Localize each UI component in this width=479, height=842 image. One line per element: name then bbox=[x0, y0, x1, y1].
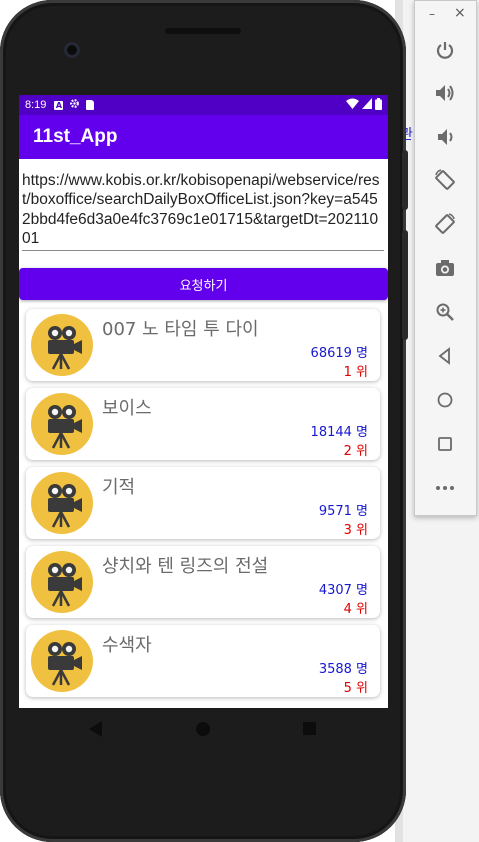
movie-rank: 3 위 bbox=[343, 523, 368, 538]
movie-card[interactable]: 기적 9571 명 3 위 bbox=[26, 467, 380, 539]
request-button-label: 요청하기 bbox=[179, 278, 228, 294]
request-button[interactable]: 요청하기 bbox=[19, 268, 388, 300]
sd-card-icon bbox=[86, 100, 95, 110]
movie-camera-icon bbox=[31, 314, 93, 376]
device-screen: 8:19 A 11st_App https://www.kobis.or.kr/… bbox=[19, 95, 388, 708]
movie-camera-icon bbox=[31, 472, 93, 534]
movie-audience: 9571 명 bbox=[318, 504, 368, 519]
front-camera bbox=[64, 42, 80, 58]
notification-a-icon: A bbox=[54, 100, 64, 110]
movie-audience: 68619 명 bbox=[310, 346, 368, 361]
movie-title: 기적 bbox=[102, 477, 136, 498]
nav-overview-icon[interactable] bbox=[303, 722, 316, 735]
power-side-button[interactable] bbox=[402, 150, 408, 210]
volume-side-button[interactable] bbox=[402, 230, 408, 340]
movie-audience: 18144 명 bbox=[310, 425, 368, 440]
settings-gear-icon bbox=[69, 98, 80, 112]
wifi-icon bbox=[346, 98, 359, 112]
close-icon[interactable]: × bbox=[454, 5, 466, 21]
phone-frame: 8:19 A 11st_App https://www.kobis.or.kr/… bbox=[0, 0, 408, 842]
rotate-right-icon[interactable] bbox=[431, 210, 459, 238]
power-icon[interactable] bbox=[431, 36, 459, 64]
movie-title: 보이스 bbox=[102, 398, 152, 419]
movie-title: 샹치와 텐 링즈의 전설 bbox=[102, 556, 269, 577]
nav-back-icon[interactable] bbox=[89, 721, 102, 737]
navigation-bar bbox=[19, 708, 388, 750]
panel-title-bar: – × bbox=[415, 1, 476, 31]
movie-camera-icon bbox=[31, 630, 93, 692]
rotate-left-icon[interactable] bbox=[431, 166, 459, 194]
movie-title: 007 노 타임 투 다이 bbox=[102, 319, 259, 340]
home-icon[interactable] bbox=[431, 386, 459, 414]
volume-up-icon[interactable] bbox=[431, 79, 459, 107]
minimize-icon[interactable]: – bbox=[429, 7, 435, 21]
movie-camera-icon bbox=[31, 393, 93, 455]
movie-card[interactable]: 수색자 3588 명 5 위 bbox=[26, 625, 380, 697]
url-input[interactable]: https://www.kobis.or.kr/kobisopenapi/web… bbox=[22, 171, 384, 252]
app-title: 11st_App bbox=[33, 126, 118, 147]
earpiece-speaker bbox=[165, 28, 241, 34]
app-bar: 11st_App bbox=[19, 115, 388, 159]
movie-audience: 4307 명 bbox=[318, 583, 368, 598]
nav-home-icon[interactable] bbox=[196, 722, 210, 736]
movie-audience: 3588 명 bbox=[318, 662, 368, 677]
movie-title: 수색자 bbox=[102, 635, 152, 656]
movie-card[interactable]: 보이스 18144 명 2 위 bbox=[26, 388, 380, 460]
more-icon[interactable] bbox=[431, 474, 459, 502]
emulator-control-panel: – × bbox=[414, 0, 477, 516]
battery-icon bbox=[375, 97, 382, 113]
back-icon[interactable] bbox=[431, 342, 459, 370]
status-bar: 8:19 A bbox=[19, 95, 388, 115]
volume-down-icon[interactable] bbox=[431, 123, 459, 151]
movie-camera-icon bbox=[31, 551, 93, 613]
status-time: 8:19 bbox=[25, 99, 47, 111]
movie-rank: 2 위 bbox=[343, 444, 368, 459]
movie-card[interactable]: 샹치와 텐 링즈의 전설 4307 명 4 위 bbox=[26, 546, 380, 618]
signal-icon bbox=[362, 98, 372, 112]
overview-icon[interactable] bbox=[431, 430, 459, 458]
movie-rank: 1 위 bbox=[343, 365, 368, 380]
movie-card[interactable]: 007 노 타임 투 다이 68619 명 1 위 bbox=[26, 309, 380, 381]
movie-rank: 4 위 bbox=[343, 602, 368, 617]
zoom-icon[interactable] bbox=[431, 298, 459, 326]
camera-icon[interactable] bbox=[431, 254, 459, 282]
movie-rank: 5 위 bbox=[343, 681, 368, 696]
